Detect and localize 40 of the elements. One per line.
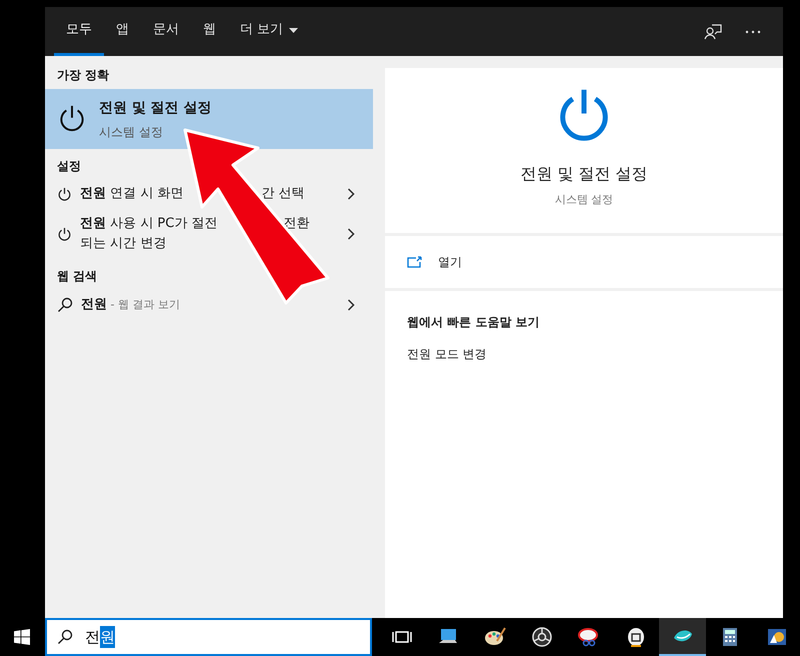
item-text: 전원 연결 시 화면 [80,185,184,203]
item-text: 간 선택 [261,185,305,203]
preview-subtitle: 시스템 설정 [554,192,614,208]
item-text: 전환 [283,215,310,233]
chevron-icon [347,188,355,200]
help-heading: 웹에서 빠른 도움말 보기 [407,314,540,331]
search-query: 전원 [81,296,107,314]
item-title: 전원 및 절전 설정 [99,98,212,118]
power-icon [57,186,72,202]
aperture-icon[interactable] [530,625,554,649]
best-match-item[interactable]: 전원 및 절전 설정 시스템 설정 [45,89,373,149]
power-icon [57,226,72,242]
section-heading: 설정 [56,158,82,175]
windows-icon [14,629,30,645]
feedback-icon [704,22,722,40]
tab[interactable]: 문서 [141,7,191,56]
settings-item[interactable]: 전원 사용 시 PC가 절전 전환 되는 시간 변경 [45,209,373,259]
chevron-icon [347,298,355,311]
item-text: 되는 시간 변경 [80,235,166,253]
tab[interactable]: 웹 [191,7,228,56]
open-window-icon [407,256,422,268]
search-field[interactable]: 전원 [44,618,372,656]
chevron-icon [347,228,355,240]
help-link[interactable]: 전원 모드 변경 [407,345,487,363]
search-icon [56,629,73,645]
item-text: 전원 사용 시 PC가 절전 [80,215,218,233]
item-subtitle: 시스템 설정 [99,124,164,140]
more-icon [745,30,761,34]
section-heading: 가장 정확 [56,67,110,84]
settings-item[interactable]: 전원 연결 시 화면 간 선택 [45,179,373,209]
section-heading: 웹 검색 [56,268,98,285]
tab[interactable]: 더 보기 [228,7,310,56]
composing-text: 원 [100,626,115,648]
web-search-item[interactable]: 전원 - 웹 결과 보기 [45,289,373,320]
search-icon [57,296,73,313]
tab[interactable]: 앱 [104,7,141,56]
preview-title: 전원 및 절전 설정 [520,163,648,185]
search-hint: - 웹 결과 보기 [109,297,180,313]
search-text: 전 [84,626,100,648]
open-action[interactable]: 열기 [385,236,783,288]
